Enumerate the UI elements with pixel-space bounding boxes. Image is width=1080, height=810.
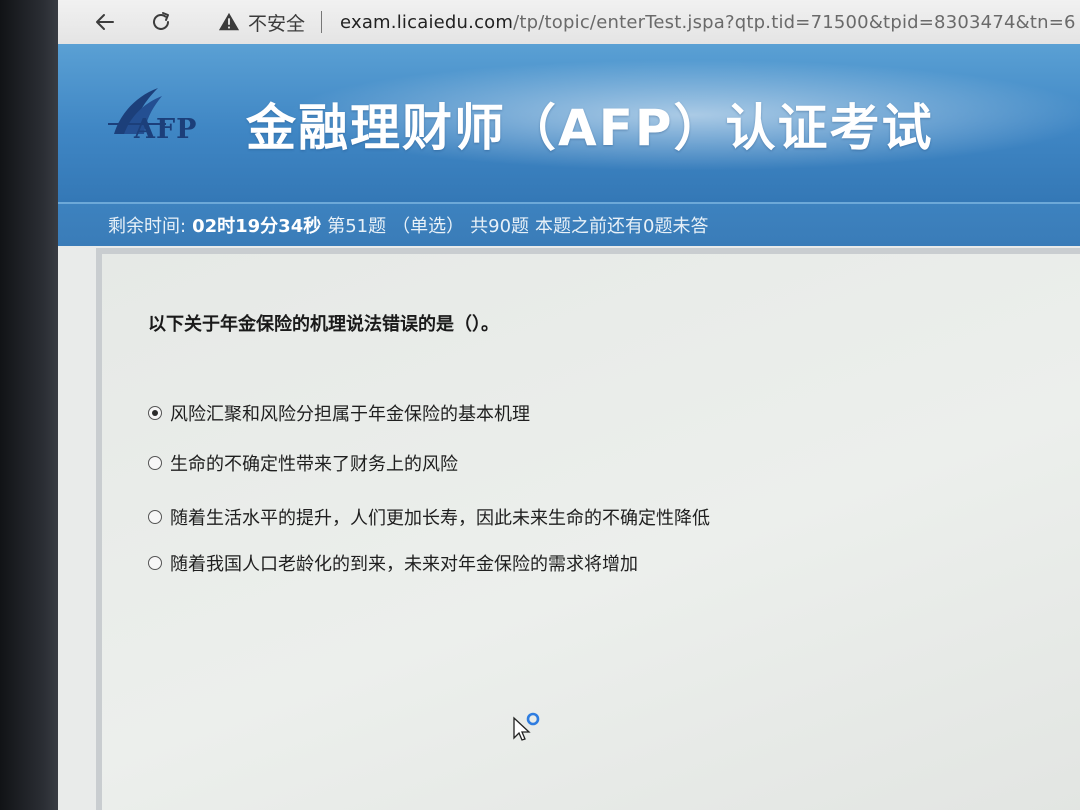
- exam-status-bar: 剩余时间: 02时19分34秒 第51题 （单选） 共90题 本题之前还有0题未…: [58, 204, 1080, 246]
- address-bar[interactable]: exam.licaiedu.com/tp/topic/enterTest.jsp…: [340, 12, 1076, 33]
- page-title: 金融理财师（AFP）认证考试: [246, 99, 934, 157]
- busy-cursor-icon: [513, 712, 540, 741]
- url-separator: [321, 11, 323, 33]
- back-button[interactable]: [92, 9, 118, 35]
- option-label: 随着生活水平的提升，人们更加长寿，因此未来生命的不确定性降低: [170, 508, 710, 529]
- total-questions: 共90题: [470, 216, 530, 237]
- page-header: AFP 金融理财师（AFP）认证考试: [58, 44, 1080, 204]
- question-number: 第51题: [327, 216, 387, 237]
- option-label: 随着我国人口老龄化的到来，未来对年金保险的需求将增加: [170, 554, 638, 575]
- browser-toolbar: 不安全 exam.licaiedu.com/tp/topic/enterTest…: [58, 0, 1080, 44]
- option-label: 生命的不确定性带来了财务上的风险: [170, 454, 458, 475]
- answer-option-d[interactable]: 随着我国人口老龄化的到来，未来对年金保险的需求将增加: [148, 550, 638, 576]
- radio-button[interactable]: [148, 510, 162, 524]
- answer-option-c[interactable]: 随着生活水平的提升，人们更加长寿，因此未来生命的不确定性降低: [148, 504, 710, 530]
- reload-icon: [153, 12, 169, 30]
- radio-button[interactable]: [148, 456, 162, 470]
- browser-screen: 不安全 exam.licaiedu.com/tp/topic/enterTest…: [58, 0, 1080, 810]
- remaining-time-value: 02时19分34秒: [192, 216, 322, 237]
- question-panel: 以下关于年金保险的机理说法错误的是（）。 风险汇聚和风险分担属于年金保险的基本机…: [96, 248, 1080, 810]
- option-label: 风险汇聚和风险分担属于年金保险的基本机理: [170, 404, 530, 425]
- answer-option-b[interactable]: 生命的不确定性带来了财务上的风险: [148, 450, 458, 476]
- reload-button[interactable]: [148, 9, 174, 35]
- unanswered-note: 本题之前还有0题未答: [535, 216, 709, 237]
- remaining-time-label: 剩余时间:: [108, 216, 187, 237]
- question-type: （单选）: [392, 216, 465, 237]
- logo-text: AFP: [134, 114, 198, 145]
- radio-button[interactable]: [148, 556, 162, 570]
- warning-icon[interactable]: [218, 11, 240, 33]
- question-text: 以下关于年金保险的机理说法错误的是（）。: [148, 314, 499, 335]
- radio-button-selected[interactable]: [148, 406, 162, 420]
- back-arrow-icon: [96, 14, 114, 30]
- url-host: exam.licaiedu.com: [340, 11, 514, 33]
- url-path: /tp/topic/enterTest.jspa?qtp.tid=71500&t…: [513, 11, 1076, 33]
- security-status-text[interactable]: 不安全: [248, 9, 305, 36]
- answer-option-a[interactable]: 风险汇聚和风险分担属于年金保险的基本机理: [148, 400, 530, 426]
- monitor-bezel: [0, 0, 60, 810]
